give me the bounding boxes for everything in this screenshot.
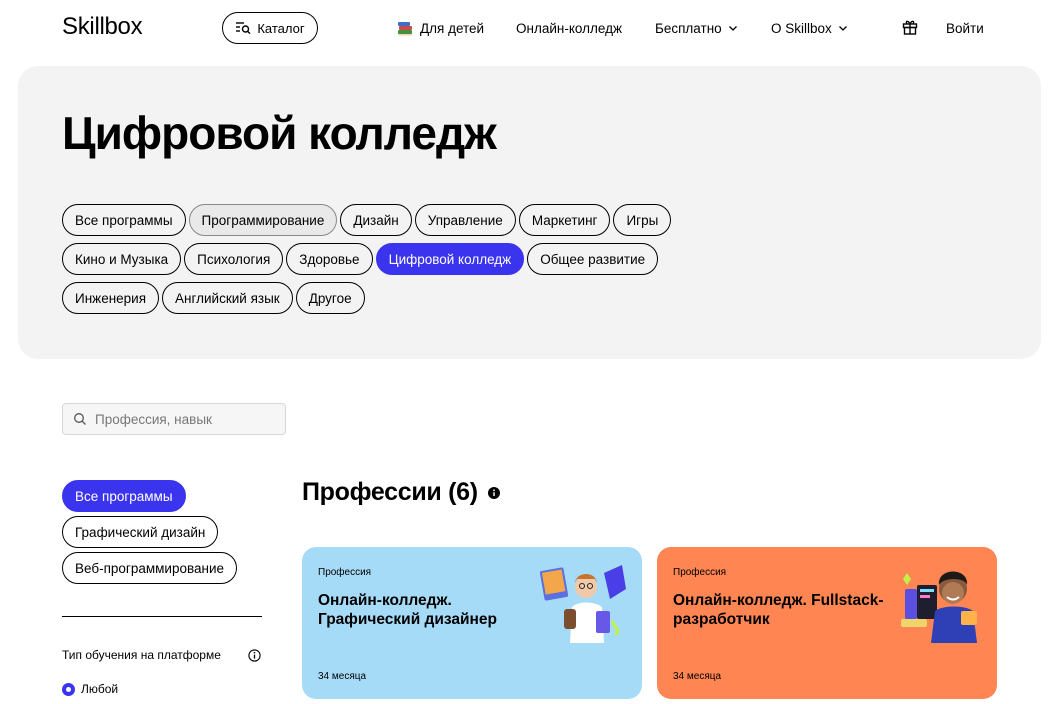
category-chip[interactable]: Английский язык: [162, 282, 293, 314]
profession-card-graphic-designer[interactable]: Профессия Онлайн-колледж. Графический ди…: [302, 547, 642, 699]
radio-any[interactable]: Любой: [62, 682, 118, 696]
direction-chip[interactable]: Все программы: [62, 480, 186, 512]
nav-kids[interactable]: Для детей: [396, 0, 484, 56]
category-chip[interactable]: Другое: [295, 282, 365, 314]
card-type-label: Профессия: [673, 567, 727, 578]
info-icon[interactable]: [248, 649, 261, 662]
page-title: Цифровой колледж: [62, 107, 497, 159]
category-chip[interactable]: Маркетинг: [518, 204, 611, 236]
category-chip[interactable]: Психология: [184, 243, 284, 275]
professions-heading: Профессии (6): [302, 478, 500, 507]
chevron-down-icon: [838, 26, 847, 31]
search-box: [62, 403, 286, 435]
search-icon: [74, 413, 86, 425]
radio-selected-icon[interactable]: [62, 682, 75, 696]
category-chip[interactable]: Все программы: [62, 204, 186, 236]
card-duration: 34 месяца: [318, 671, 367, 682]
nav-kids-label: Для детей: [420, 20, 485, 36]
nav-about-label: О Skillbox: [771, 20, 832, 36]
hero-section: Цифровой колледж Все программы Программир…: [18, 66, 1041, 359]
category-chip[interactable]: Игры: [613, 204, 672, 236]
info-icon[interactable]: [487, 486, 500, 499]
category-chips: Все программы Программирование Дизайн Управ…: [62, 204, 702, 314]
category-chip[interactable]: Инженерия: [62, 282, 160, 314]
filter-title: Тип обучения на платформе: [62, 648, 221, 662]
direction-filters: Все программы Графический дизайн Веб-прогр…: [62, 480, 238, 584]
category-chip[interactable]: Кино и Музыка: [62, 243, 182, 275]
sidebar-divider: [62, 616, 262, 617]
card-type-label: Профессия: [318, 567, 372, 578]
gift-icon[interactable]: [901, 18, 919, 36]
chevron-down-icon: [728, 26, 737, 31]
designer-illustration: [540, 565, 626, 643]
card-title: Онлайн-колледж. Fullstack-разработчик: [673, 592, 884, 628]
site-header: Skillbox Каталог Для детей Онлайн-коллед…: [0, 0, 1056, 56]
nav-online-college[interactable]: Онлайн-колледж: [516, 0, 622, 56]
direction-chip[interactable]: Графический дизайн: [62, 516, 219, 548]
nav-free-label: Бесплатно: [655, 20, 722, 36]
books-icon: [398, 22, 412, 36]
nav-free[interactable]: Бесплатно: [655, 0, 738, 56]
catalog-button[interactable]: Каталог: [222, 12, 318, 44]
skillbox-logo[interactable]: Skillbox: [62, 13, 143, 41]
card-duration: 34 месяца: [673, 671, 722, 682]
login-link[interactable]: Войти: [946, 0, 984, 56]
card-title: Онлайн-колледж. Графический дизайнер: [318, 592, 497, 628]
category-chip[interactable]: Здоровье: [286, 243, 373, 275]
catalog-label: Каталог: [257, 20, 305, 36]
category-chip[interactable]: Цифровой колледж: [375, 243, 525, 275]
category-chip[interactable]: Программирование: [188, 204, 338, 236]
nav-about[interactable]: О Skillbox: [771, 0, 848, 56]
professions-title: Профессии (6): [302, 478, 478, 506]
radio-any-label: Любой: [81, 682, 119, 696]
developer-illustration: [901, 571, 977, 643]
category-chip[interactable]: Дизайн: [340, 204, 412, 236]
direction-chip[interactable]: Веб-программирование: [62, 552, 238, 584]
search-input[interactable]: [95, 411, 285, 427]
nav-college-label: Онлайн-колледж: [516, 20, 622, 36]
category-chip[interactable]: Общее развитие: [527, 243, 659, 275]
catalog-search-icon: [236, 22, 251, 35]
profession-card-fullstack[interactable]: Профессия Онлайн-колледж. Fullstack-разр…: [657, 547, 997, 699]
category-chip[interactable]: Управление: [414, 204, 516, 236]
